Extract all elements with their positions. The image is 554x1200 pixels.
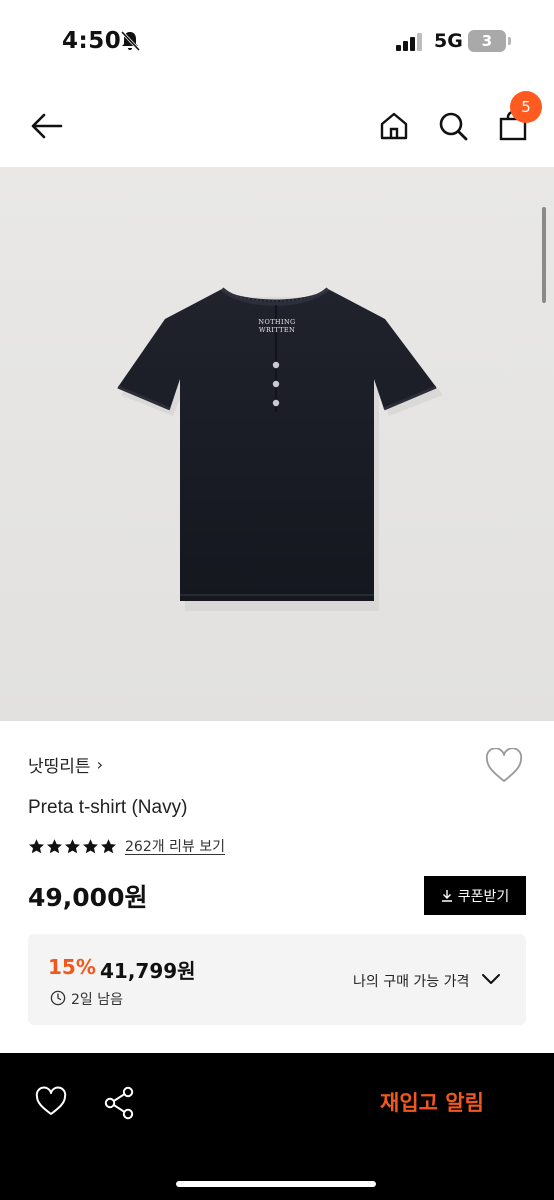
network-label: 5G [434,30,463,52]
heart-outline-icon [485,747,523,782]
product-price: 49,000원 [28,883,148,912]
back-arrow-icon [31,113,63,139]
coupon-button[interactable]: 쿠폰받기 [424,876,526,915]
star-icon [83,838,98,853]
my-price-label[interactable]: 나의 구매 가능 가격 [353,971,469,991]
battery-indicator: 3 [468,30,506,52]
review-link[interactable]: 262개 리뷰 보기 [125,836,225,856]
bottom-wishlist-button[interactable] [34,1086,68,1118]
home-indicator [176,1181,376,1187]
garment-label: NOTHING WRITTEN [252,318,302,334]
home-button[interactable] [374,106,414,146]
benefit-card[interactable]: 15% 41,799원 2일 남음 나의 구매 가능 가격 [28,934,526,1025]
tshirt-illustration [117,287,443,611]
discount-price: 41,799원 [100,959,196,983]
download-icon [441,890,452,902]
heart-outline-icon [35,1086,67,1115]
star-icon [65,838,80,853]
brand-name: 낫띵리튼 [28,757,91,777]
restock-alert-button[interactable]: 재입고 알림 [380,1087,484,1117]
product-name: Preta t-shirt (Navy) [28,797,188,818]
clock-icon [50,990,66,1006]
chevron-right-icon: › [96,755,103,774]
share-icon [104,1086,134,1120]
back-button[interactable] [26,106,66,146]
time-left: 2일 남음 [71,992,123,1008]
nav-bar [0,86,554,166]
battery-tip [508,37,511,45]
rating-row: 262개 리뷰 보기 [28,836,225,856]
star-icon [101,838,116,853]
bottom-action-bar: 재입고 알림 [0,1053,554,1200]
bell-slash-icon [120,30,140,52]
star-icon [47,838,62,853]
coupon-label: 쿠폰받기 [457,888,510,905]
status-time: 4:50 [62,28,122,54]
cart-count-badge: 5 [510,91,542,123]
signal-icon [396,33,422,51]
rating-stars [28,838,117,855]
search-button[interactable] [433,106,473,146]
share-button[interactable] [102,1085,136,1121]
wishlist-button[interactable] [484,747,526,788]
discount-rate: 15% [48,955,96,979]
brand-link[interactable]: 낫띵리튼 › [28,752,103,777]
star-icon [29,838,44,853]
product-image[interactable]: NOTHING WRITTEN [0,167,554,721]
garment-label-line2: WRITTEN [258,326,296,334]
search-icon [439,112,468,141]
status-bar: 4:50 5G 3 [0,0,554,80]
chevron-down-icon[interactable] [480,970,502,988]
image-scroll-indicator [542,207,546,303]
garment-label-line1: NOTHING [258,318,296,326]
home-icon [380,112,408,140]
